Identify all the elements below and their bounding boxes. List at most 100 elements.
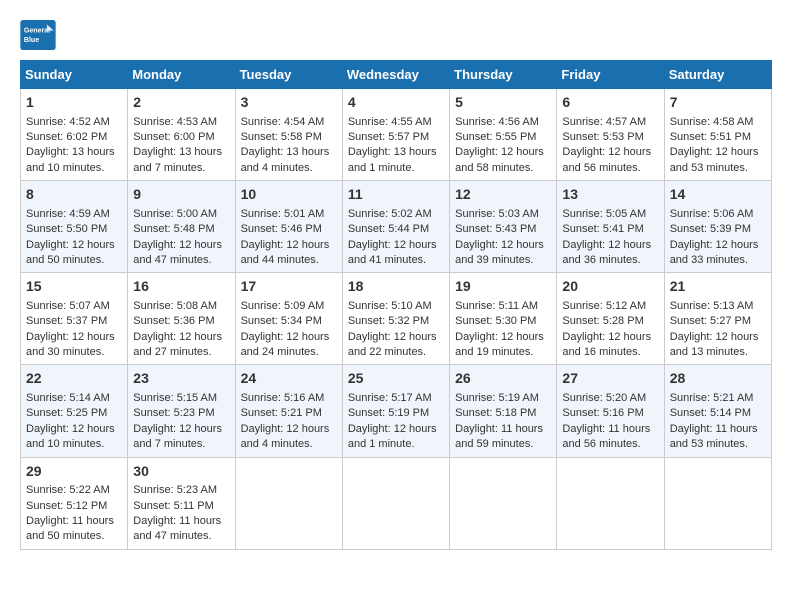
calendar-cell: 2 Sunrise: 4:53 AM Sunset: 6:00 PM Dayli… [128,89,235,181]
day-number: 19 [455,277,551,297]
column-header-wednesday: Wednesday [342,61,449,89]
sunset-text: Sunset: 5:30 PM [455,315,536,327]
calendar-cell: 5 Sunrise: 4:56 AM Sunset: 5:55 PM Dayli… [450,89,557,181]
sunset-text: Sunset: 5:43 PM [455,223,536,235]
calendar-cell: 10 Sunrise: 5:01 AM Sunset: 5:46 PM Dayl… [235,181,342,273]
daylight-text: Daylight: 12 hours and 53 minutes. [670,146,759,173]
day-number: 1 [26,93,122,113]
sunrise-text: Sunrise: 5:03 AM [455,208,539,220]
sunrise-text: Sunrise: 5:14 AM [26,392,110,404]
calendar-table: SundayMondayTuesdayWednesdayThursdayFrid… [20,60,772,550]
day-number: 3 [241,93,337,113]
week-row-5: 29 Sunrise: 5:22 AM Sunset: 5:12 PM Dayl… [21,457,772,549]
week-row-4: 22 Sunrise: 5:14 AM Sunset: 5:25 PM Dayl… [21,365,772,457]
daylight-text: Daylight: 11 hours and 50 minutes. [26,515,114,542]
week-row-2: 8 Sunrise: 4:59 AM Sunset: 5:50 PM Dayli… [21,181,772,273]
calendar-cell: 8 Sunrise: 4:59 AM Sunset: 5:50 PM Dayli… [21,181,128,273]
sunrise-text: Sunrise: 4:53 AM [133,116,217,128]
daylight-text: Daylight: 12 hours and 10 minutes. [26,423,115,450]
daylight-text: Daylight: 12 hours and 22 minutes. [348,331,437,358]
calendar-cell: 27 Sunrise: 5:20 AM Sunset: 5:16 PM Dayl… [557,365,664,457]
day-number: 23 [133,369,229,389]
sunset-text: Sunset: 5:51 PM [670,131,751,143]
sunset-text: Sunset: 5:57 PM [348,131,429,143]
sunset-text: Sunset: 5:16 PM [562,407,643,419]
sunrise-text: Sunrise: 4:56 AM [455,116,539,128]
day-number: 16 [133,277,229,297]
sunrise-text: Sunrise: 5:11 AM [455,300,538,312]
week-row-3: 15 Sunrise: 5:07 AM Sunset: 5:37 PM Dayl… [21,273,772,365]
sunrise-text: Sunrise: 5:21 AM [670,392,754,404]
day-number: 20 [562,277,658,297]
sunrise-text: Sunrise: 4:59 AM [26,208,110,220]
sunrise-text: Sunrise: 5:17 AM [348,392,432,404]
day-number: 9 [133,185,229,205]
daylight-text: Daylight: 12 hours and 19 minutes. [455,331,544,358]
day-number: 24 [241,369,337,389]
sunrise-text: Sunrise: 5:23 AM [133,484,217,496]
calendar-cell [235,457,342,549]
sunset-text: Sunset: 5:21 PM [241,407,322,419]
calendar-cell: 3 Sunrise: 4:54 AM Sunset: 5:58 PM Dayli… [235,89,342,181]
calendar-cell: 26 Sunrise: 5:19 AM Sunset: 5:18 PM Dayl… [450,365,557,457]
sunrise-text: Sunrise: 4:58 AM [670,116,754,128]
sunrise-text: Sunrise: 5:01 AM [241,208,325,220]
sunset-text: Sunset: 5:12 PM [26,500,107,512]
calendar-cell: 9 Sunrise: 5:00 AM Sunset: 5:48 PM Dayli… [128,181,235,273]
sunset-text: Sunset: 5:46 PM [241,223,322,235]
daylight-text: Daylight: 12 hours and 44 minutes. [241,239,330,266]
sunrise-text: Sunrise: 4:52 AM [26,116,110,128]
day-number: 28 [670,369,766,389]
logo: General Blue [20,20,60,50]
day-number: 15 [26,277,122,297]
calendar-cell [342,457,449,549]
daylight-text: Daylight: 12 hours and 33 minutes. [670,239,759,266]
day-number: 13 [562,185,658,205]
column-header-monday: Monday [128,61,235,89]
sunrise-text: Sunrise: 4:54 AM [241,116,325,128]
day-number: 30 [133,462,229,482]
daylight-text: Daylight: 12 hours and 30 minutes. [26,331,115,358]
day-number: 22 [26,369,122,389]
day-number: 27 [562,369,658,389]
sunset-text: Sunset: 5:32 PM [348,315,429,327]
sunrise-text: Sunrise: 5:19 AM [455,392,539,404]
sunrise-text: Sunrise: 5:16 AM [241,392,325,404]
calendar-cell: 4 Sunrise: 4:55 AM Sunset: 5:57 PM Dayli… [342,89,449,181]
daylight-text: Daylight: 13 hours and 10 minutes. [26,146,115,173]
daylight-text: Daylight: 12 hours and 58 minutes. [455,146,544,173]
sunset-text: Sunset: 5:44 PM [348,223,429,235]
calendar-cell [557,457,664,549]
column-header-sunday: Sunday [21,61,128,89]
daylight-text: Daylight: 12 hours and 56 minutes. [562,146,651,173]
sunrise-text: Sunrise: 5:13 AM [670,300,754,312]
sunset-text: Sunset: 5:50 PM [26,223,107,235]
calendar-cell: 7 Sunrise: 4:58 AM Sunset: 5:51 PM Dayli… [664,89,771,181]
daylight-text: Daylight: 12 hours and 1 minute. [348,423,437,450]
daylight-text: Daylight: 12 hours and 41 minutes. [348,239,437,266]
daylight-text: Daylight: 13 hours and 1 minute. [348,146,437,173]
sunset-text: Sunset: 5:58 PM [241,131,322,143]
daylight-text: Daylight: 12 hours and 39 minutes. [455,239,544,266]
calendar-cell [450,457,557,549]
day-number: 7 [670,93,766,113]
calendar-cell: 19 Sunrise: 5:11 AM Sunset: 5:30 PM Dayl… [450,273,557,365]
header-row: SundayMondayTuesdayWednesdayThursdayFrid… [21,61,772,89]
calendar-cell: 29 Sunrise: 5:22 AM Sunset: 5:12 PM Dayl… [21,457,128,549]
day-number: 4 [348,93,444,113]
day-number: 21 [670,277,766,297]
sunset-text: Sunset: 5:39 PM [670,223,751,235]
calendar-cell: 22 Sunrise: 5:14 AM Sunset: 5:25 PM Dayl… [21,365,128,457]
sunrise-text: Sunrise: 5:00 AM [133,208,217,220]
sunset-text: Sunset: 5:19 PM [348,407,429,419]
calendar-cell: 14 Sunrise: 5:06 AM Sunset: 5:39 PM Dayl… [664,181,771,273]
sunrise-text: Sunrise: 5:20 AM [562,392,646,404]
daylight-text: Daylight: 12 hours and 4 minutes. [241,423,330,450]
day-number: 17 [241,277,337,297]
daylight-text: Daylight: 12 hours and 13 minutes. [670,331,759,358]
sunset-text: Sunset: 5:55 PM [455,131,536,143]
daylight-text: Daylight: 12 hours and 50 minutes. [26,239,115,266]
calendar-cell: 20 Sunrise: 5:12 AM Sunset: 5:28 PM Dayl… [557,273,664,365]
day-number: 8 [26,185,122,205]
daylight-text: Daylight: 12 hours and 47 minutes. [133,239,222,266]
